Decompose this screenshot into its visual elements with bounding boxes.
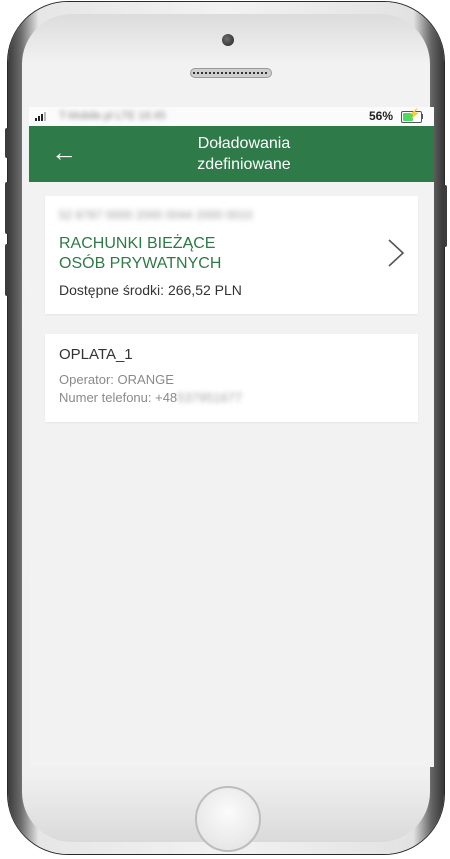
earpiece-speaker bbox=[190, 68, 272, 78]
account-name-line-2: OSÓB PRYWATNYCH bbox=[59, 255, 222, 272]
mute-switch bbox=[5, 128, 9, 158]
power-button bbox=[443, 185, 447, 247]
app-header: ← Doładowania zdefiniowane bbox=[29, 126, 434, 182]
volume-up-button bbox=[5, 182, 9, 234]
page-title-line-1: Doładowania bbox=[197, 135, 291, 152]
phone-screen: T-Mobile.pl LTE 16:45 56% ⚡ ← Doładowani… bbox=[29, 107, 434, 767]
chevron-right-icon[interactable] bbox=[387, 238, 405, 268]
topup-phone-label: Numer telefonu: +48 bbox=[59, 390, 178, 405]
account-selector-card[interactable]: 52 8787 0000 2000 0044 2000 0010 RACHUNK… bbox=[45, 196, 418, 314]
defined-topup-item[interactable]: OPLATA_1 Operator: ORANGE Numer telefonu… bbox=[45, 334, 418, 422]
topup-name: OPLATA_1 bbox=[59, 346, 133, 363]
signal-icon bbox=[35, 112, 46, 121]
topup-phone-row: Numer telefonu: +48537951677 bbox=[59, 390, 242, 405]
topup-phone-masked: 537951677 bbox=[177, 390, 243, 405]
front-camera bbox=[222, 34, 234, 46]
back-arrow-icon[interactable]: ← bbox=[51, 137, 77, 167]
home-button[interactable] bbox=[195, 786, 261, 852]
carrier-info: T-Mobile.pl LTE 16:45 bbox=[59, 110, 166, 122]
status-bar: T-Mobile.pl LTE 16:45 56% ⚡ bbox=[29, 107, 434, 126]
available-funds: Dostępne środki: 266,52 PLN bbox=[59, 282, 242, 298]
battery-icon: ⚡ bbox=[401, 109, 422, 123]
charging-icon: ⚡ bbox=[408, 109, 421, 120]
page-title-line-2: zdefiniowane bbox=[197, 156, 291, 173]
account-name-line-1: RACHUNKI BIEŻĄCE bbox=[59, 235, 216, 252]
volume-down-button bbox=[5, 244, 9, 296]
battery-percent: 56% bbox=[369, 109, 394, 123]
battery-cap bbox=[421, 114, 423, 119]
topup-operator: Operator: ORANGE bbox=[59, 372, 174, 387]
account-number: 52 8787 0000 2000 0044 2000 0010 bbox=[59, 208, 253, 222]
